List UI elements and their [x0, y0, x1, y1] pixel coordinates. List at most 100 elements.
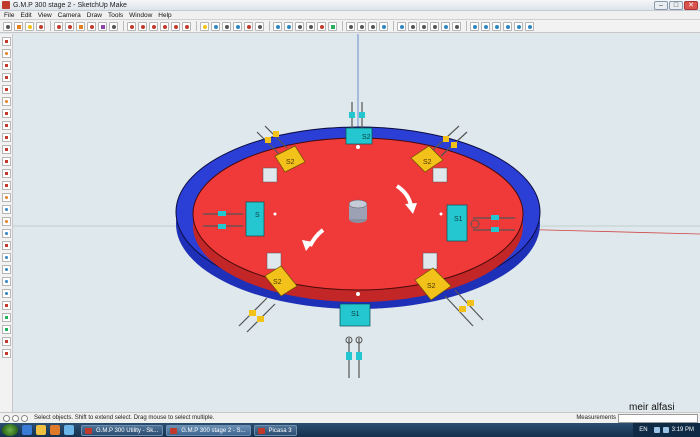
walk-icon[interactable]: [357, 22, 366, 31]
move-icon[interactable]: [2, 145, 11, 154]
ie-icon[interactable]: [22, 425, 32, 435]
left-view-icon[interactable]: [525, 22, 534, 31]
circle-tool-icon[interactable]: [87, 22, 96, 31]
make-component-icon[interactable]: [14, 22, 23, 31]
menu-camera[interactable]: Camera: [58, 12, 81, 19]
polygon-tool-icon[interactable]: [98, 22, 107, 31]
top-view-icon[interactable]: [481, 22, 490, 31]
iso-view-icon[interactable]: [470, 22, 479, 31]
zoom-icon[interactable]: [295, 22, 304, 31]
text-icon[interactable]: [2, 229, 11, 238]
zoom-icon[interactable]: [2, 277, 11, 286]
start-button[interactable]: [2, 424, 18, 436]
follow-me-icon[interactable]: [160, 22, 169, 31]
polygon-icon[interactable]: [2, 121, 11, 130]
close-button[interactable]: ✕: [684, 1, 698, 10]
help-icon[interactable]: [21, 415, 28, 422]
maximize-button[interactable]: □: [669, 1, 683, 10]
model-viewport[interactable]: S2 S1 S S1 S2: [13, 34, 700, 412]
look-around-icon[interactable]: [368, 22, 377, 31]
protractor-icon[interactable]: [222, 22, 231, 31]
offset-tool-icon[interactable]: [182, 22, 191, 31]
tape-measure-icon[interactable]: [2, 205, 11, 214]
axes-icon[interactable]: [2, 241, 11, 250]
eraser-icon[interactable]: [2, 73, 11, 82]
network-icon[interactable]: [654, 427, 660, 433]
tape-measure-icon[interactable]: [200, 22, 209, 31]
scale-icon[interactable]: [2, 169, 11, 178]
taskbar-task-utility[interactable]: G.M.P 300 Utility - Sk...: [81, 425, 163, 436]
taskbar-task-stage2[interactable]: G.M.P 300 stage 2 - S...: [166, 425, 250, 436]
menu-tools[interactable]: Tools: [108, 12, 123, 19]
menu-help[interactable]: Help: [158, 12, 171, 19]
media-player-icon[interactable]: [50, 425, 60, 435]
wireframe-icon[interactable]: [408, 22, 417, 31]
follow-me-icon[interactable]: [2, 181, 11, 190]
measurements-input[interactable]: [618, 414, 698, 423]
zoom-extents-icon[interactable]: [2, 301, 11, 310]
push-pull-icon[interactable]: [2, 133, 11, 142]
circle-icon[interactable]: [2, 97, 11, 106]
freehand-tool-icon[interactable]: [109, 22, 118, 31]
taskbar-task-picasa[interactable]: Picasa 3: [254, 425, 297, 436]
explorer-folder-icon[interactable]: [36, 425, 46, 435]
minimize-button[interactable]: –: [654, 1, 668, 10]
menu-window[interactable]: Window: [129, 12, 152, 19]
menu-edit[interactable]: Edit: [20, 12, 31, 19]
push-pull-icon[interactable]: [138, 22, 147, 31]
protractor-icon[interactable]: [2, 217, 11, 226]
menu-view[interactable]: View: [38, 12, 52, 19]
show-desktop-icon[interactable]: [64, 425, 74, 435]
arc-tool-icon[interactable]: [65, 22, 74, 31]
back-view-icon[interactable]: [514, 22, 523, 31]
position-camera-icon[interactable]: [2, 325, 11, 334]
move-tool-icon[interactable]: [127, 22, 136, 31]
dimension-tool-icon[interactable]: [211, 22, 220, 31]
previous-view-icon[interactable]: [328, 22, 337, 31]
select-arrow-icon[interactable]: [2, 37, 11, 46]
hidden-line-icon[interactable]: [419, 22, 428, 31]
text-tool-icon[interactable]: [233, 22, 242, 31]
walk-icon[interactable]: [2, 337, 11, 346]
previous-view-icon[interactable]: [2, 313, 11, 322]
offset-icon[interactable]: [2, 193, 11, 202]
section-plane-icon[interactable]: [379, 22, 388, 31]
geo-location-icon[interactable]: [3, 415, 10, 422]
menu-file[interactable]: File: [4, 12, 14, 19]
orbit-icon[interactable]: [273, 22, 282, 31]
make-component-icon[interactable]: [2, 49, 11, 58]
right-view-icon[interactable]: [503, 22, 512, 31]
station-left[interactable]: [246, 202, 264, 236]
orbit-icon[interactable]: [2, 253, 11, 262]
rectangle-icon[interactable]: [2, 85, 11, 94]
zoom-window-icon[interactable]: [306, 22, 315, 31]
volume-icon[interactable]: [663, 427, 669, 433]
zoom-window-icon[interactable]: [2, 289, 11, 298]
language-indicator[interactable]: EN: [639, 427, 647, 433]
clock[interactable]: 3:19 PM: [672, 427, 694, 433]
shaded-icon[interactable]: [430, 22, 439, 31]
scale-tool-icon[interactable]: [171, 22, 180, 31]
station-right[interactable]: [447, 205, 467, 241]
pencil-line-icon[interactable]: [2, 61, 11, 70]
front-view-icon[interactable]: [492, 22, 501, 31]
model-canvas[interactable]: S2 S1 S S1 S2: [13, 34, 700, 412]
select-tool-icon[interactable]: [3, 22, 12, 31]
arc-icon[interactable]: [2, 109, 11, 118]
rotate-tool-icon[interactable]: [149, 22, 158, 31]
look-around-icon[interactable]: [2, 349, 11, 358]
paint-bucket-icon[interactable]: [25, 22, 34, 31]
menu-draw[interactable]: Draw: [87, 12, 102, 19]
zoom-extents-icon[interactable]: [317, 22, 326, 31]
rectangle-tool-icon[interactable]: [76, 22, 85, 31]
credits-icon[interactable]: [12, 415, 19, 422]
line-tool-icon[interactable]: [54, 22, 63, 31]
eraser-icon[interactable]: [36, 22, 45, 31]
xray-icon[interactable]: [397, 22, 406, 31]
shaded-textures-icon[interactable]: [441, 22, 450, 31]
axes-tool-icon[interactable]: [244, 22, 253, 31]
rotate-icon[interactable]: [2, 157, 11, 166]
pan-icon[interactable]: [284, 22, 293, 31]
monochrome-icon[interactable]: [452, 22, 461, 31]
position-camera-icon[interactable]: [346, 22, 355, 31]
